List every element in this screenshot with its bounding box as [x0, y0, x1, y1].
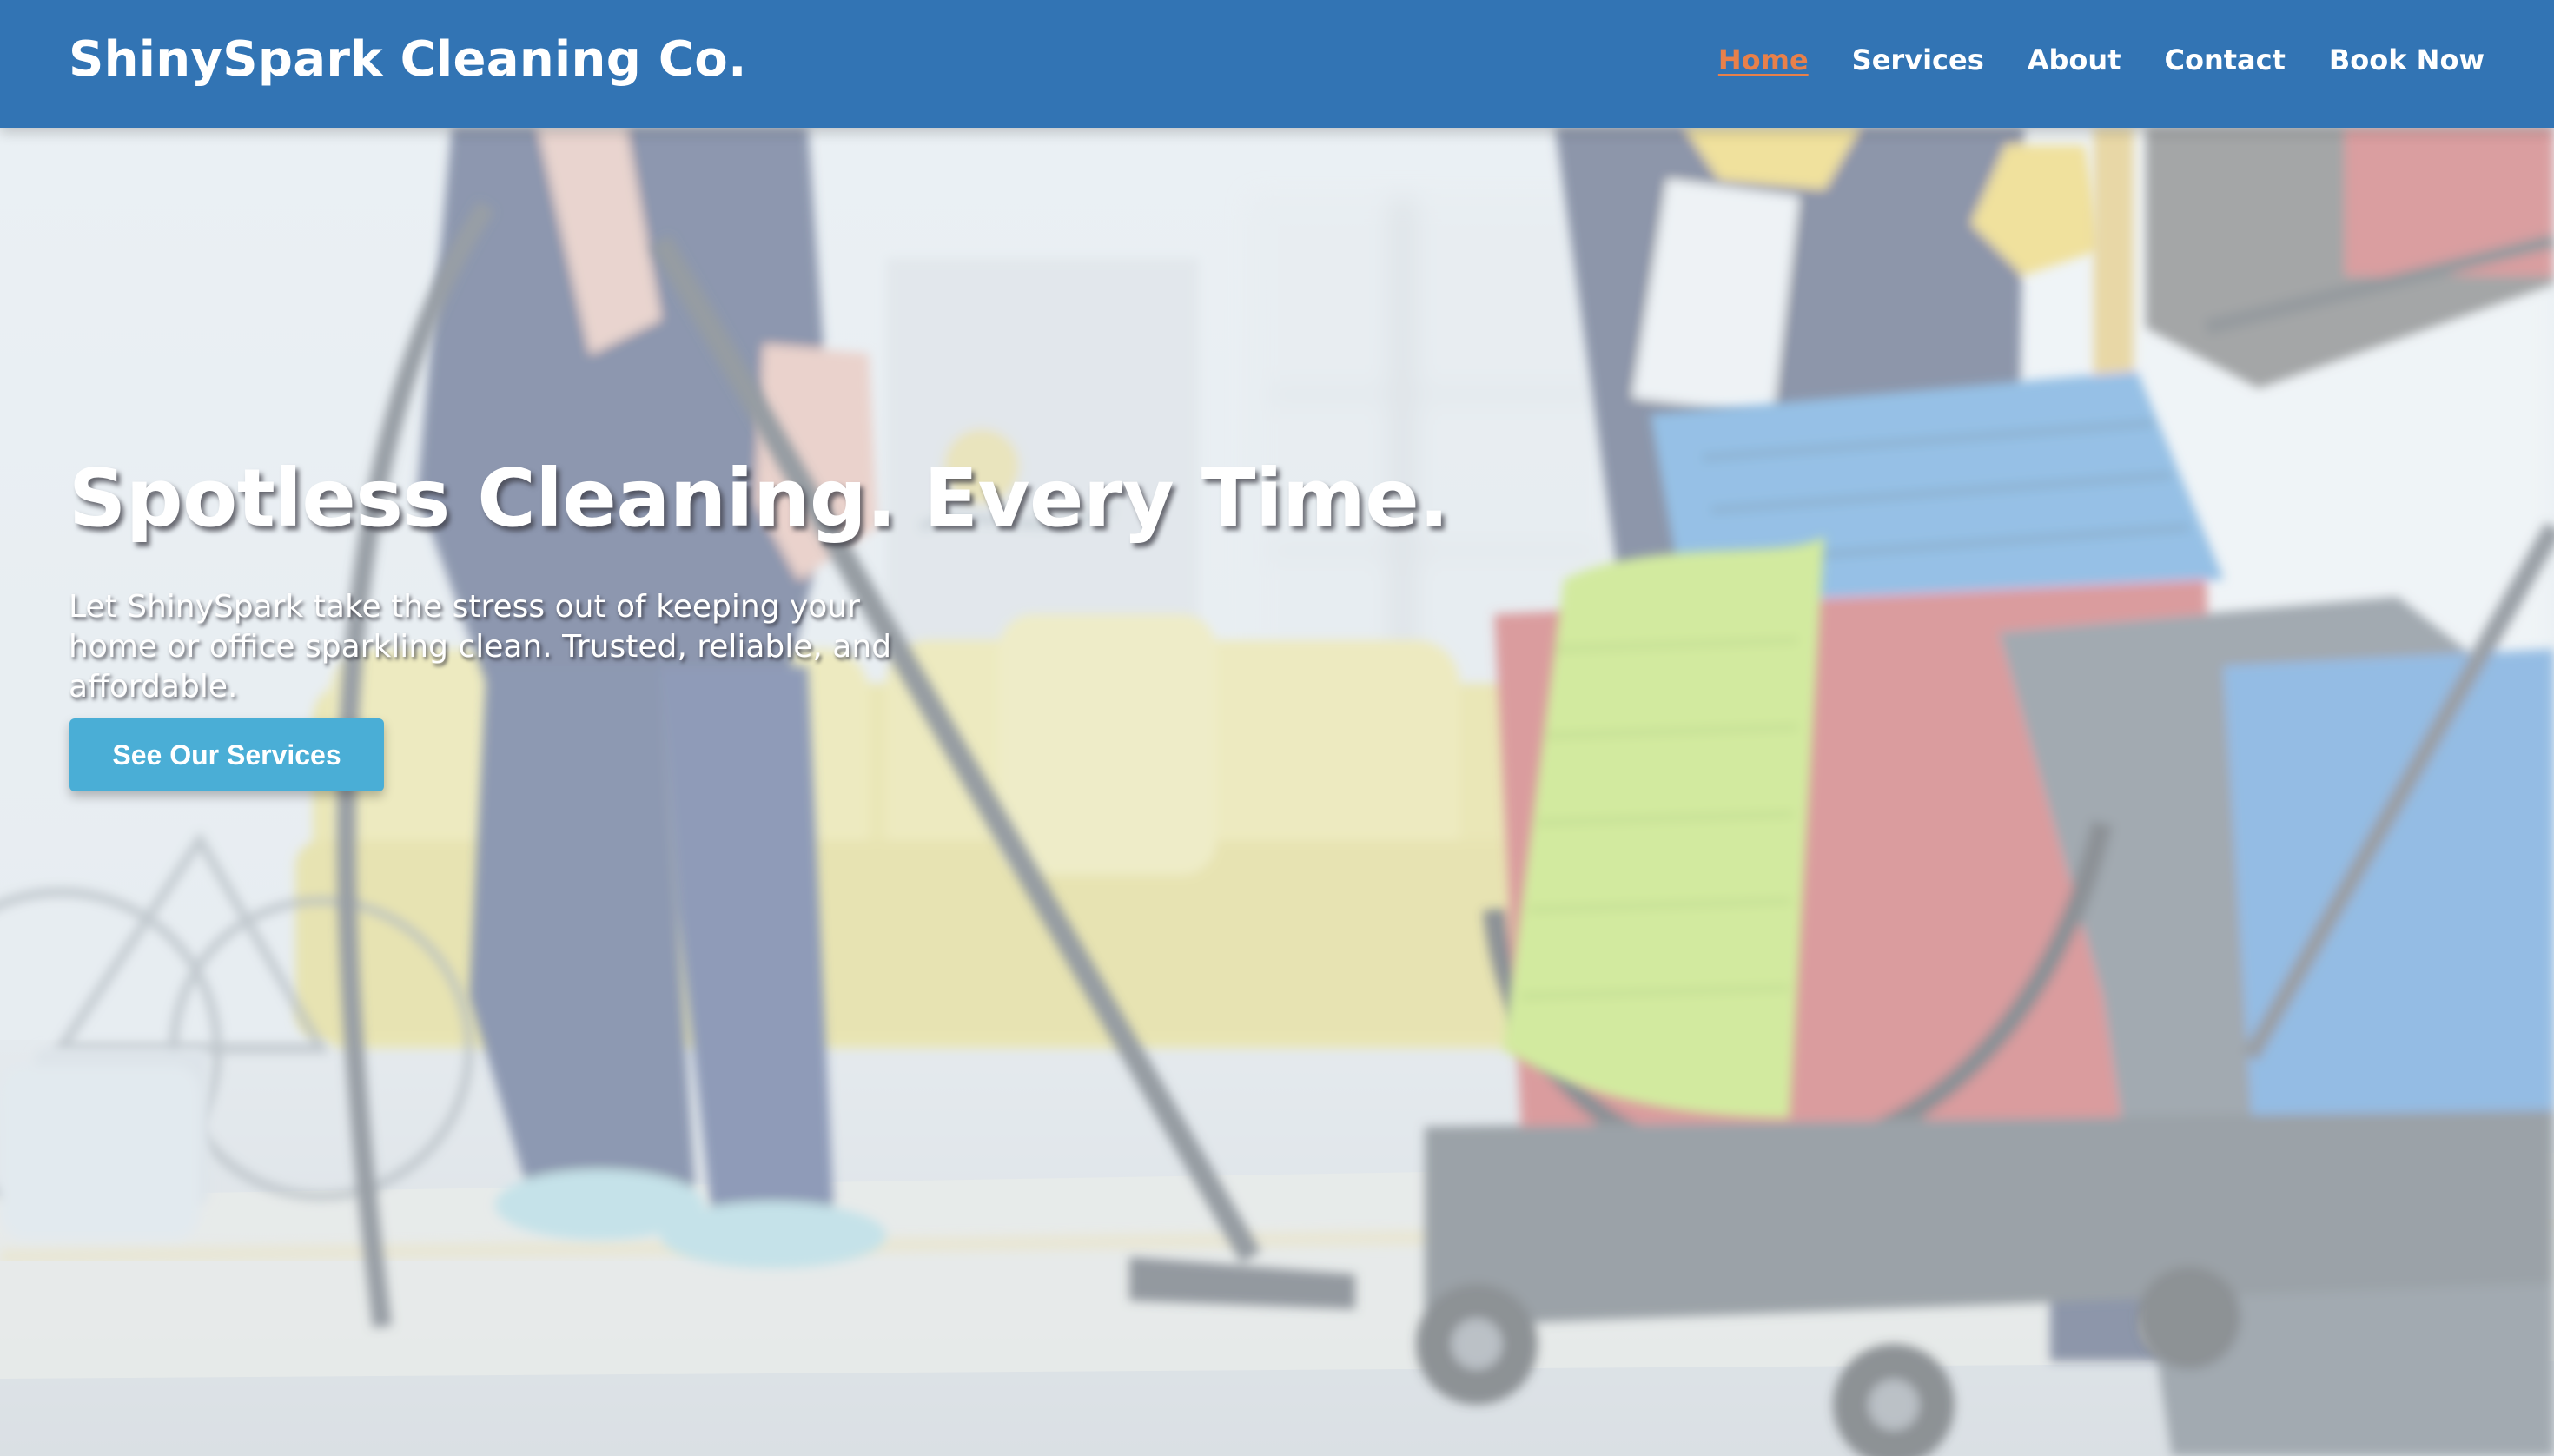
nav-about-link[interactable]: About	[2028, 43, 2121, 76]
main-nav: Home Services About Contact Book Now	[1718, 43, 2485, 76]
see-our-services-button[interactable]: See Our Services	[69, 718, 384, 791]
hero-section	[0, 128, 2554, 1456]
page: ShinySpark Cleaning Co. Home Services Ab…	[0, 0, 2554, 1456]
hero-subtitle: Let ShinySpark take the stress out of ke…	[69, 589, 892, 705]
hero-title: Spotless Cleaning. Every Time.	[69, 452, 1449, 545]
nav-home-link[interactable]: Home	[1718, 43, 1809, 76]
nav-contact-link[interactable]: Contact	[2164, 43, 2285, 76]
brand-logo-text[interactable]: ShinySpark Cleaning Co.	[69, 31, 747, 88]
hero-overlay	[0, 128, 2554, 1456]
site-header: ShinySpark Cleaning Co. Home Services Ab…	[0, 0, 2554, 128]
nav-book-now-link[interactable]: Book Now	[2329, 43, 2485, 76]
nav-services-link[interactable]: Services	[1852, 43, 1984, 76]
